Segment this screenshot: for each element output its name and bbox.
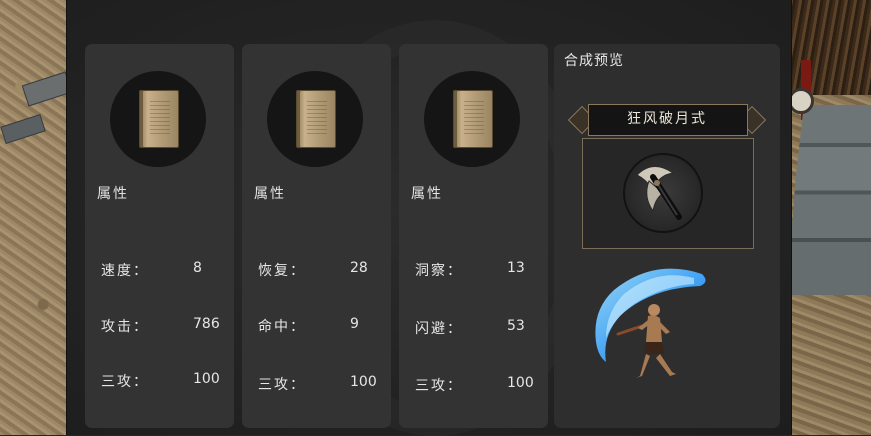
stat-label: 三攻： [415,378,463,394]
synthesis-panel: 属性 速度： 8 攻击： 786 三攻： 100 属性 恢复： 28 命中： 9… [66,0,792,435]
temple-roof [787,0,871,95]
material-slot-1[interactable] [110,71,206,167]
material-slot-3[interactable] [424,71,520,167]
stat-label: 三攻： [101,374,149,390]
attribute-heading: 属性 [97,186,129,202]
stat-label: 洞察： [415,263,463,279]
stat-row: 三攻： 100 [415,375,539,395]
monk-fighter-figure [595,268,706,378]
material-card-2[interactable]: 属性 恢复： 28 命中： 9 三攻： 100 [242,44,391,428]
stat-value: 13 [507,260,525,276]
material-slot-2[interactable] [267,71,363,167]
stat-label: 命中： [258,319,306,335]
attribute-heading: 属性 [411,186,443,202]
synthesis-preview: 合成预览 狂风破月式 [554,44,780,428]
stat-value: 100 [193,371,220,387]
stat-value: 53 [507,318,525,334]
skill-book-icon [139,90,179,148]
stat-value: 9 [350,316,359,332]
stat-value: 28 [350,260,368,276]
attribute-heading: 属性 [254,186,286,202]
stat-label: 闪避： [415,321,463,337]
stat-label: 速度： [101,263,149,279]
stat-row: 三攻： 100 [101,371,225,391]
stat-row: 命中： 9 [258,316,382,336]
stat-label: 恢复： [258,263,306,279]
stat-value: 100 [507,375,534,391]
stat-value: 8 [193,260,202,276]
skill-book-icon [296,90,336,148]
stat-value: 786 [193,316,220,332]
sandy-ground-left [0,0,73,435]
material-card-3[interactable]: 属性 洞察： 13 闪避： 53 三攻： 100 [399,44,548,428]
stat-row: 攻击： 786 [101,316,225,336]
skill-name: 狂风破月式 [627,111,707,127]
stat-row: 三攻： 100 [258,374,382,394]
stat-value: 100 [350,374,377,390]
skill-book-icon [453,90,493,148]
stat-label: 三攻： [258,377,306,393]
skill-name-banner: 狂风破月式 [566,102,768,138]
stat-label: 攻击： [101,319,149,335]
stat-row: 洞察： 13 [415,260,539,280]
material-card-1[interactable]: 属性 速度： 8 攻击： 786 三攻： 100 [85,44,234,428]
crescent-axe-icon [623,153,703,233]
stat-row: 闪避： 53 [415,318,539,338]
skill-preview-frame[interactable] [582,138,754,249]
preview-title: 合成预览 [564,53,624,69]
stat-row: 速度： 8 [101,260,225,280]
stat-row: 恢复： 28 [258,260,382,280]
